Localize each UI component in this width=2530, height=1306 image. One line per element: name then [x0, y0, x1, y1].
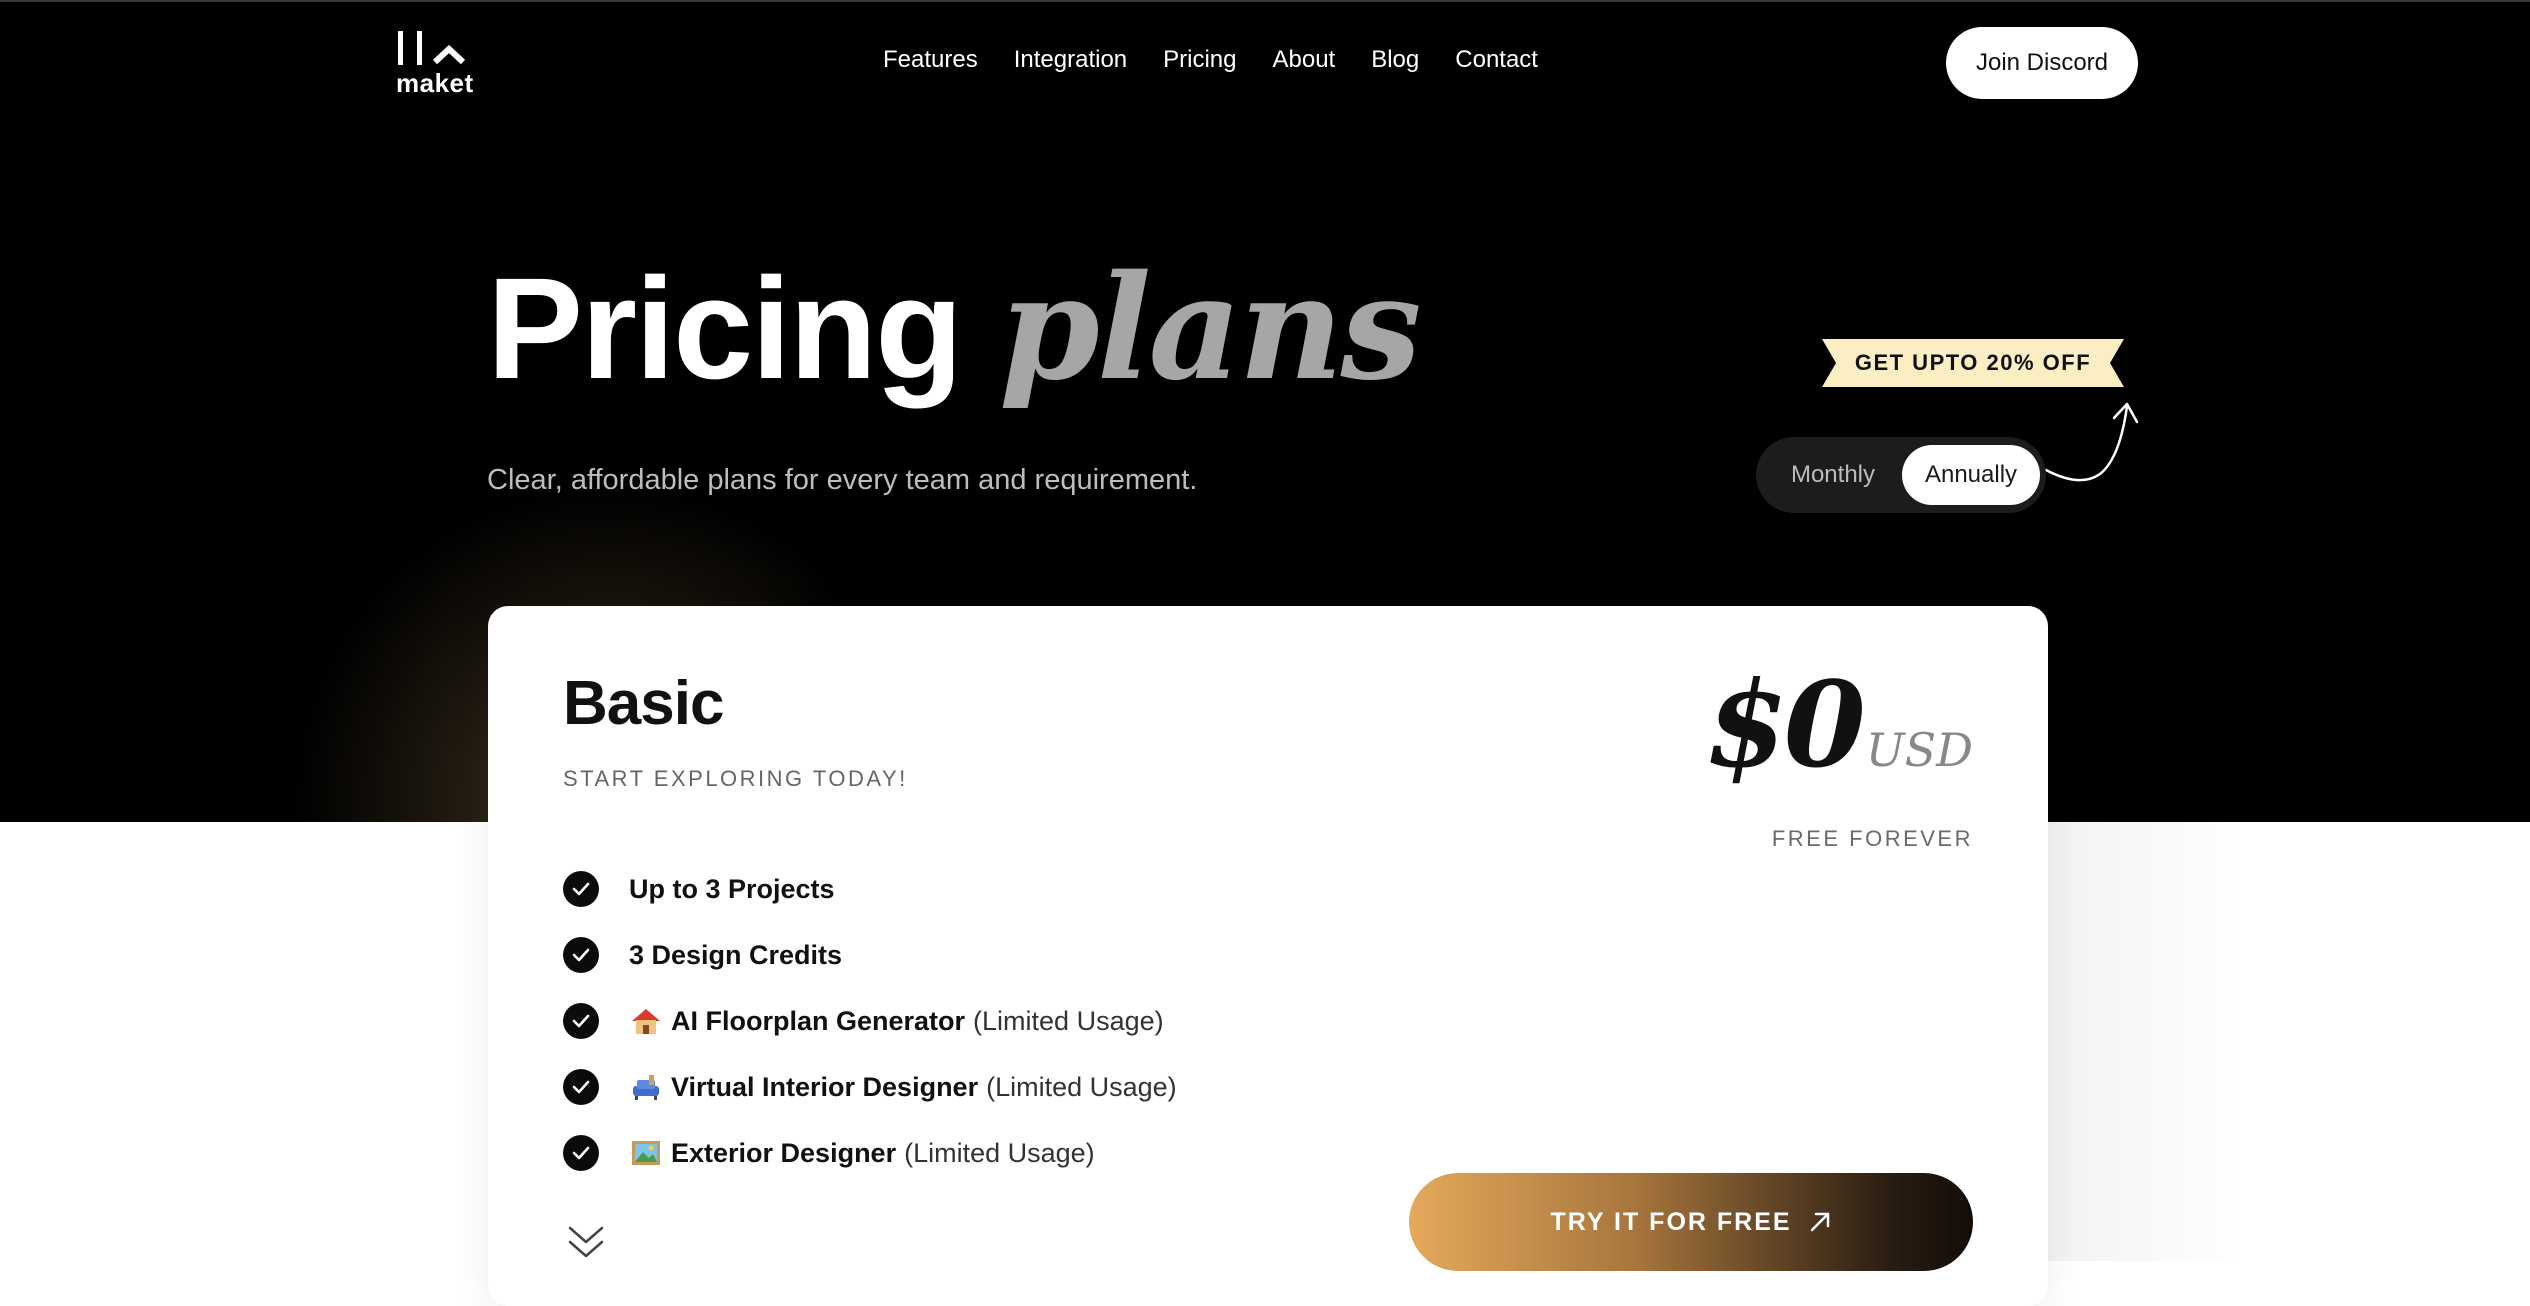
plan-name: Basic	[563, 669, 724, 738]
logo-text: maket	[396, 68, 474, 98]
plan-tagline: START EXPLORING TODAY!	[563, 766, 908, 791]
price-note: FREE FOREVER	[1771, 826, 1973, 851]
house-icon	[632, 1009, 660, 1034]
framed-picture-icon	[632, 1141, 660, 1165]
feature-item: Exterior Designer (Limited Usage)	[563, 1120, 1177, 1186]
check-icon	[563, 1069, 599, 1105]
billing-monthly-option[interactable]: Monthly	[1762, 445, 1904, 505]
plan-card-basic: Basic START EXPLORING TODAY! Up to 3 Pro…	[488, 606, 2048, 1306]
feature-label: Exterior Designer	[671, 1137, 897, 1168]
nav-pricing[interactable]: Pricing	[1163, 46, 1236, 74]
nav-integration[interactable]: Integration	[1014, 46, 1127, 74]
cta-label: TRY IT FOR FREE	[1550, 1207, 1792, 1236]
feature-item: Up to 3 Projects	[563, 856, 1177, 922]
check-icon	[563, 871, 599, 907]
billing-annually-option[interactable]: Annually	[1902, 445, 2040, 505]
arrow-up-right-icon	[1810, 1212, 1829, 1232]
check-icon	[563, 1003, 599, 1039]
check-icon	[563, 1135, 599, 1171]
curved-arrow-icon	[2044, 402, 2139, 482]
feature-label: 3 Design Credits	[629, 939, 843, 970]
billing-toggle: Monthly Annually	[1756, 437, 2046, 513]
main-nav: Features Integration Pricing About Blog …	[883, 46, 1538, 74]
feature-label: Up to 3 Projects	[629, 873, 835, 904]
title-accent: plans	[999, 243, 1421, 412]
feature-item: Virtual Interior Designer (Limited Usage…	[563, 1054, 1177, 1120]
couch-icon	[633, 1075, 659, 1100]
nav-features[interactable]: Features	[883, 46, 978, 74]
discount-ribbon: GET UPTO 20% OFF	[1822, 339, 2124, 387]
feature-label: Virtual Interior Designer	[671, 1071, 979, 1102]
feature-label: AI Floorplan Generator	[671, 1005, 966, 1036]
maket-logo[interactable]: maket	[396, 28, 480, 98]
title-main: Pricing	[487, 248, 963, 409]
feature-limit: (Limited Usage)	[904, 1137, 1095, 1168]
feature-list: Up to 3 Projects 3 Design Credits AI Flo…	[563, 856, 1177, 1186]
page-title: Pricing plans	[487, 256, 1422, 401]
discount-text: GET UPTO 20% OFF	[1854, 350, 2092, 375]
feature-limit: (Limited Usage)	[986, 1071, 1177, 1102]
feature-limit: (Limited Usage)	[973, 1005, 1164, 1036]
nav-contact[interactable]: Contact	[1455, 46, 1538, 74]
join-discord-button[interactable]: Join Discord	[1946, 27, 2138, 99]
price-currency: USD	[1865, 723, 1973, 777]
logo-mark-icon	[398, 31, 466, 65]
feature-item: 3 Design Credits	[563, 922, 1177, 988]
try-free-button[interactable]: TRY IT FOR FREE	[1409, 1173, 1973, 1271]
check-icon	[563, 937, 599, 973]
nav-blog[interactable]: Blog	[1371, 46, 1419, 74]
card-shadow	[2048, 822, 2248, 1261]
plan-price: $0 USD	[1706, 666, 1973, 784]
price-amount: $0	[1705, 655, 1866, 794]
chevron-down-icon[interactable]	[566, 1224, 606, 1262]
feature-item: AI Floorplan Generator (Limited Usage)	[563, 988, 1177, 1054]
page-subtitle: Clear, affordable plans for every team a…	[487, 464, 1198, 496]
nav-about[interactable]: About	[1273, 46, 1336, 74]
